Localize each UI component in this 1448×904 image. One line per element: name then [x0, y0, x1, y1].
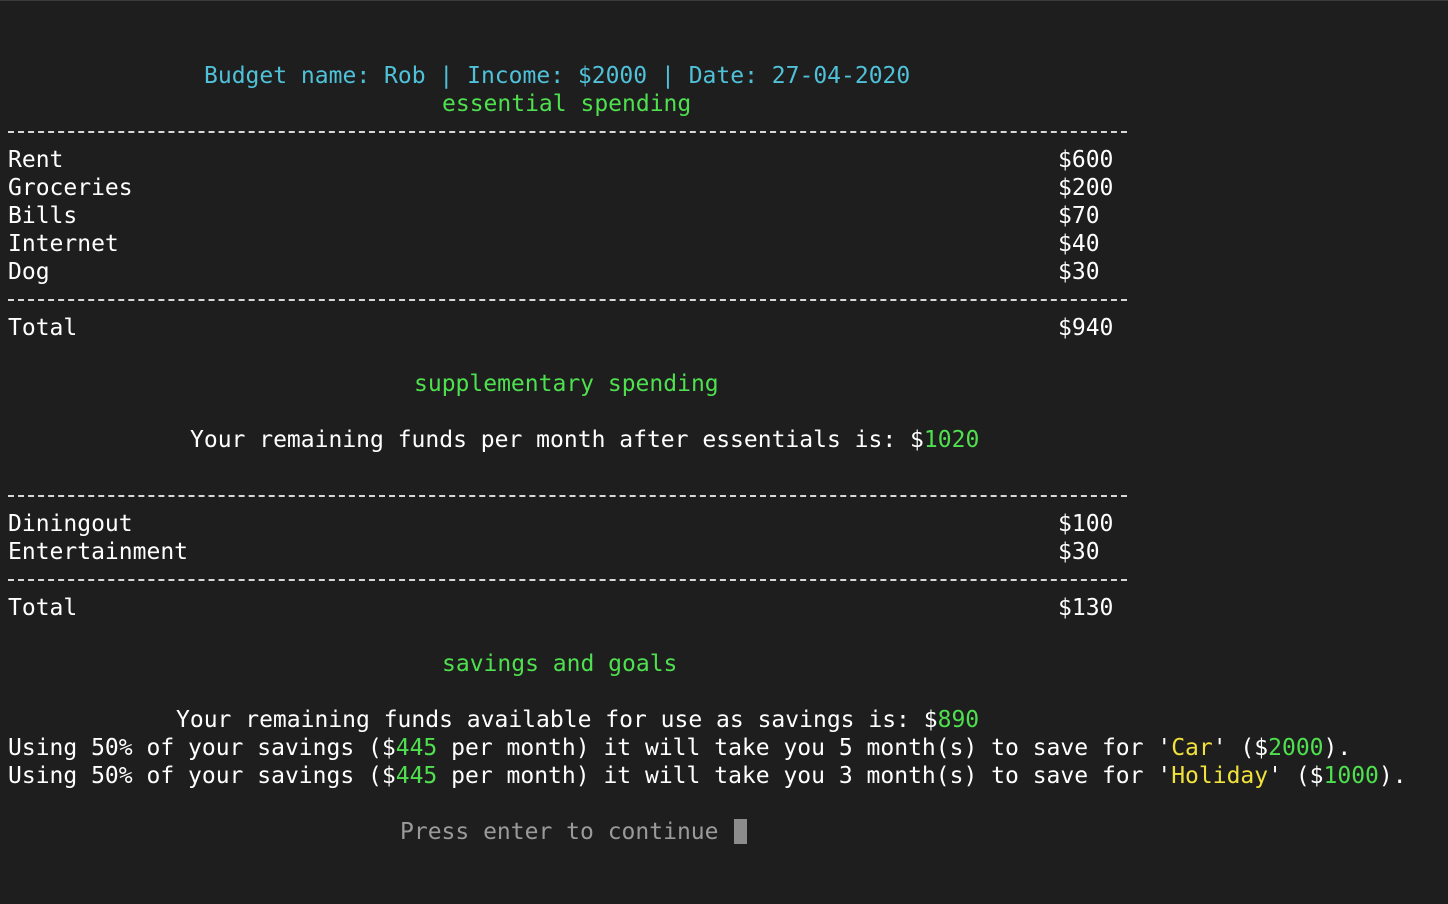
- expense-amount: $600: [1058, 147, 1114, 173]
- divider: [8, 118, 1448, 146]
- total-label: Total: [8, 595, 78, 621]
- expense-label: Dog: [8, 259, 50, 285]
- goal-target-amount: 1000: [1323, 763, 1379, 789]
- expense-row: Internet $40: [8, 230, 1448, 258]
- total-amount: $940: [1058, 315, 1114, 341]
- expense-label: Diningout: [8, 511, 133, 537]
- expense-label: Bills: [8, 203, 78, 229]
- expense-amount: $70: [1058, 203, 1100, 229]
- divider: [8, 566, 1448, 594]
- expense-amount: $30: [1058, 539, 1100, 565]
- goal-line: Using 50% of your savings ($445 per mont…: [8, 763, 1407, 789]
- total-label: Total: [8, 315, 78, 341]
- expense-label: Groceries: [8, 175, 133, 201]
- essential-spending-list: Rent $600 Groceries $200 Bills $70 Internet $40…: [8, 146, 1448, 286]
- goal-line: Using 50% of your savings ($445 per mont…: [8, 735, 1352, 761]
- expense-label: Entertainment: [8, 539, 189, 565]
- expense-row: Diningout $100: [8, 510, 1448, 538]
- cursor-block: [734, 819, 748, 844]
- budget-header: Budget name: Rob | Income: $2000 | Date:…: [8, 34, 1448, 89]
- goal-monthly-amount: 445: [395, 763, 438, 789]
- essential-total-row: Total $940: [8, 314, 1448, 342]
- expense-amount: $40: [1058, 231, 1100, 257]
- remaining-for-savings: Your remaining funds available for use a…: [8, 678, 1448, 733]
- expense-row: Groceries $200: [8, 174, 1448, 202]
- expense-row: Bills $70: [8, 202, 1448, 230]
- divider: [8, 286, 1448, 314]
- goal-name: Car: [1171, 735, 1213, 761]
- remaining-after-essentials: Your remaining funds per month after ess…: [8, 398, 1448, 453]
- continue-prompt[interactable]: Press enter to continue: [8, 790, 1448, 845]
- goal-target-amount: 2000: [1268, 735, 1324, 761]
- goal-name: Holiday: [1171, 763, 1269, 789]
- expense-row: Rent $600: [8, 146, 1448, 174]
- expense-amount: $30: [1058, 259, 1100, 285]
- expense-amount: $100: [1058, 511, 1114, 537]
- expense-amount: $200: [1058, 175, 1114, 201]
- goal-monthly-amount: 445: [395, 735, 438, 761]
- expense-label: Rent: [8, 147, 64, 173]
- expense-label: Internet: [8, 231, 119, 257]
- terminal-output: Budget name: Rob | Income: $2000 | Date:…: [8, 34, 1448, 845]
- supplementary-spending-list: Diningout $100 Entertainment $30: [8, 510, 1448, 566]
- total-amount: $130: [1058, 595, 1114, 621]
- expense-row: Dog $30: [8, 258, 1448, 286]
- supplementary-total-row: Total $130: [8, 594, 1448, 622]
- window-top-border: [0, 0, 1448, 1]
- divider: [8, 482, 1448, 510]
- continue-prompt-text: Press enter to continue: [400, 819, 733, 845]
- expense-row: Entertainment $30: [8, 538, 1448, 566]
